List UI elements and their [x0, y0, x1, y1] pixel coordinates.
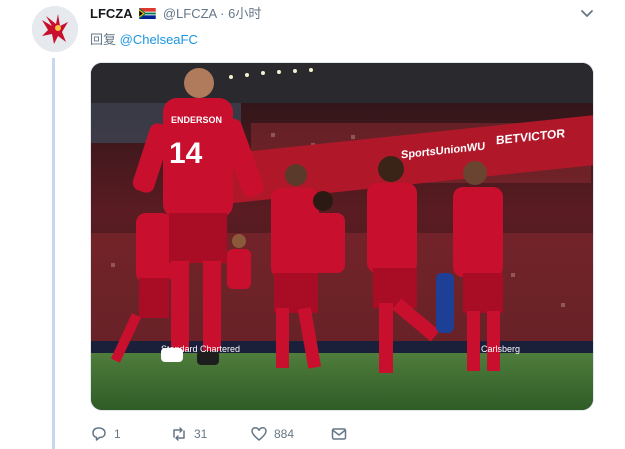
- jersey-number: 14: [169, 137, 203, 170]
- jersey-name: ENDERSON: [171, 115, 222, 125]
- retweet-icon: [173, 427, 185, 441]
- retweet-button[interactable]: 31: [170, 424, 207, 444]
- ad-text-carlsberg: Carlsberg: [481, 344, 520, 354]
- like-count: 884: [274, 427, 295, 441]
- reply-context: 回复 @ChelseaFC: [90, 29, 198, 48]
- reply-count: 1: [114, 427, 121, 441]
- stadium-roof: [91, 63, 593, 103]
- tweet-header: LFCZA @LFCZA · 6小时: [90, 6, 261, 22]
- like-button[interactable]: 884: [250, 424, 294, 444]
- retweet-count: 31: [194, 427, 208, 441]
- south-africa-flag-icon: [139, 8, 156, 19]
- tweet-photo[interactable]: SportsUnionWU BETVICTOR 14 ENDERSON Stan…: [90, 62, 594, 411]
- separator: ·: [220, 6, 225, 21]
- envelope-icon: [331, 428, 347, 440]
- avatar[interactable]: [32, 6, 78, 52]
- reply-icon: [92, 427, 106, 441]
- direct-message-button[interactable]: [330, 424, 348, 444]
- ad-text-standard-chartered: Standard Chartered: [161, 344, 240, 354]
- reply-button[interactable]: 1: [90, 424, 121, 444]
- reply-mention-link[interactable]: @ChelseaFC: [120, 32, 198, 47]
- heart-icon: [251, 427, 267, 441]
- display-name[interactable]: LFCZA: [90, 6, 133, 21]
- thread-line: [52, 58, 55, 449]
- tweet-actions: 1 31 884: [90, 424, 420, 444]
- reply-prefix: 回复: [90, 32, 117, 47]
- timestamp[interactable]: 6小时: [228, 6, 261, 21]
- celebration-photo: SportsUnionWU BETVICTOR 14 ENDERSON Stan…: [91, 63, 593, 410]
- chevron-down-icon[interactable]: [579, 6, 595, 22]
- liverbird-icon: [32, 6, 78, 52]
- handle[interactable]: @LFCZA: [163, 6, 217, 21]
